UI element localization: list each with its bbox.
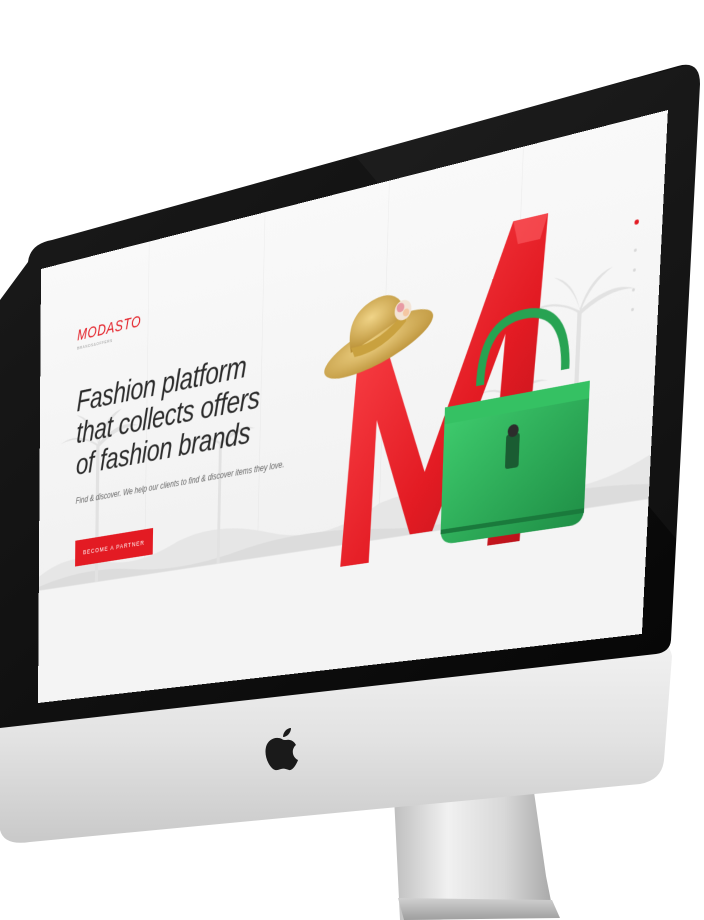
- stage: MODASTO BRANDS&OFFERS Fashion platform t…: [0, 0, 704, 920]
- hero-artwork: [320, 213, 590, 567]
